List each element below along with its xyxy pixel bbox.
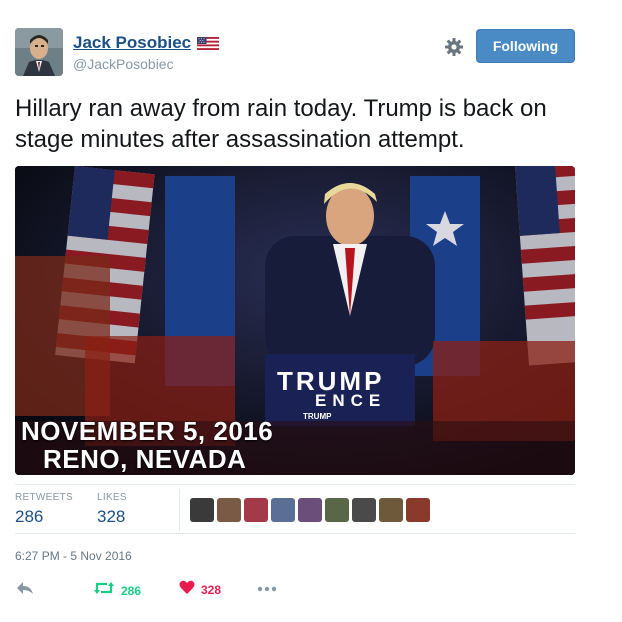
tweet-card: Jack Posobiec @JackPosobiec Following Hi… bbox=[0, 0, 622, 622]
retweet-action-count: 286 bbox=[121, 583, 142, 598]
divider bbox=[15, 533, 575, 534]
stats-separator bbox=[179, 489, 180, 531]
divider bbox=[15, 484, 575, 485]
liker-avatar[interactable] bbox=[325, 498, 349, 522]
liker-avatar[interactable] bbox=[190, 498, 214, 522]
liker-avatar[interactable] bbox=[298, 498, 322, 522]
heart-icon bbox=[179, 580, 195, 600]
liker-avatars bbox=[190, 498, 430, 522]
more-icon[interactable] bbox=[257, 586, 277, 592]
following-button[interactable]: Following bbox=[476, 29, 575, 63]
retweets-count: 286 bbox=[15, 507, 44, 526]
likes-stat[interactable]: LIKES 328 bbox=[97, 492, 127, 527]
likes-label: LIKES bbox=[97, 492, 127, 503]
podium-sign-line2: ENCE bbox=[315, 391, 387, 410]
avatar[interactable] bbox=[15, 28, 63, 76]
tweet-photo[interactable]: TRUMP ENCE TRUMP NOVEMBER 5, 2016 RENO, … bbox=[15, 166, 575, 475]
podium-sign-line3: TRUMP bbox=[303, 412, 332, 421]
liker-avatar[interactable] bbox=[406, 498, 430, 522]
retweet-icon bbox=[93, 580, 115, 601]
liker-avatar[interactable] bbox=[379, 498, 403, 522]
likes-count: 328 bbox=[97, 507, 126, 526]
like-button[interactable]: 328 bbox=[179, 580, 221, 600]
liker-avatar[interactable] bbox=[244, 498, 268, 522]
user-name-row: Jack Posobiec bbox=[73, 33, 220, 53]
reply-icon[interactable] bbox=[15, 580, 35, 596]
tweet-text: Hillary ran away from rain today. Trump … bbox=[15, 95, 547, 153]
tweet-timestamp[interactable]: 6:27 PM - 5 Nov 2016 bbox=[15, 549, 132, 563]
us-flag-icon bbox=[197, 36, 220, 50]
liker-avatar[interactable] bbox=[217, 498, 241, 522]
display-name[interactable]: Jack Posobiec bbox=[73, 33, 191, 53]
like-action-count: 328 bbox=[201, 583, 222, 597]
retweets-stat[interactable]: RETWEETS 286 bbox=[15, 492, 73, 527]
liker-avatar[interactable] bbox=[352, 498, 376, 522]
retweets-label: RETWEETS bbox=[15, 492, 73, 503]
gear-icon[interactable] bbox=[443, 36, 465, 58]
photo-caption-place: RENO, NEVADA bbox=[43, 444, 247, 474]
liker-avatar[interactable] bbox=[271, 498, 295, 522]
photo-caption-date: NOVEMBER 5, 2016 bbox=[21, 416, 274, 446]
retweet-button[interactable]: 286 bbox=[93, 580, 141, 601]
user-handle[interactable]: @JackPosobiec bbox=[73, 56, 174, 72]
